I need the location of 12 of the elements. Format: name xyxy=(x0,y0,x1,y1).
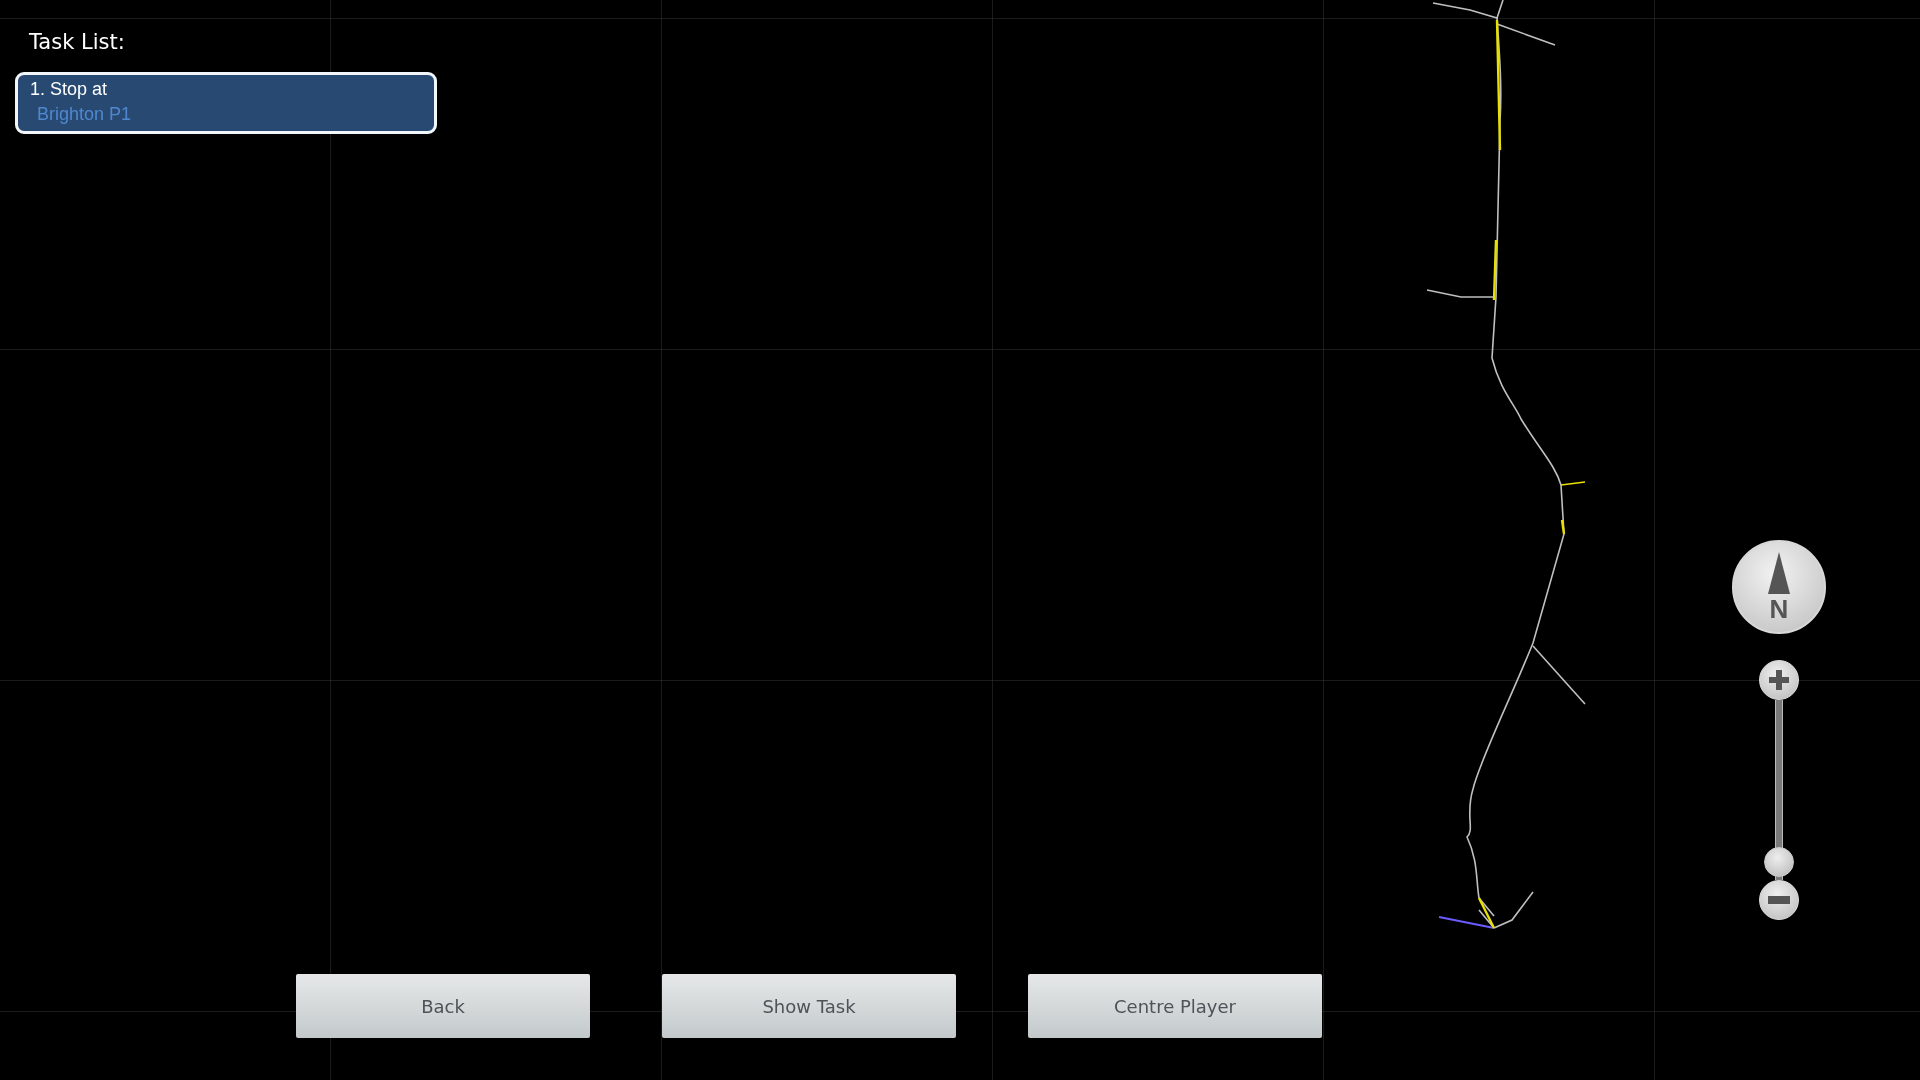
action-button[interactable]: Centre Player xyxy=(1028,974,1322,1038)
task-list-title: Task List: xyxy=(28,30,126,54)
zoom-in-button[interactable] xyxy=(1759,660,1799,700)
zoom-slider-thumb[interactable] xyxy=(1764,847,1794,877)
action-button[interactable]: Back xyxy=(296,974,590,1038)
compass-button[interactable]: N xyxy=(1732,540,1826,634)
zoom-out-button[interactable] xyxy=(1759,880,1799,920)
minus-icon xyxy=(1768,896,1790,904)
plus-icon xyxy=(1768,669,1790,691)
task-item[interactable]: 1. Stop at Brighton P1 xyxy=(15,72,437,134)
north-arrow-icon xyxy=(1768,552,1790,594)
action-button[interactable]: Show Task xyxy=(662,974,956,1038)
